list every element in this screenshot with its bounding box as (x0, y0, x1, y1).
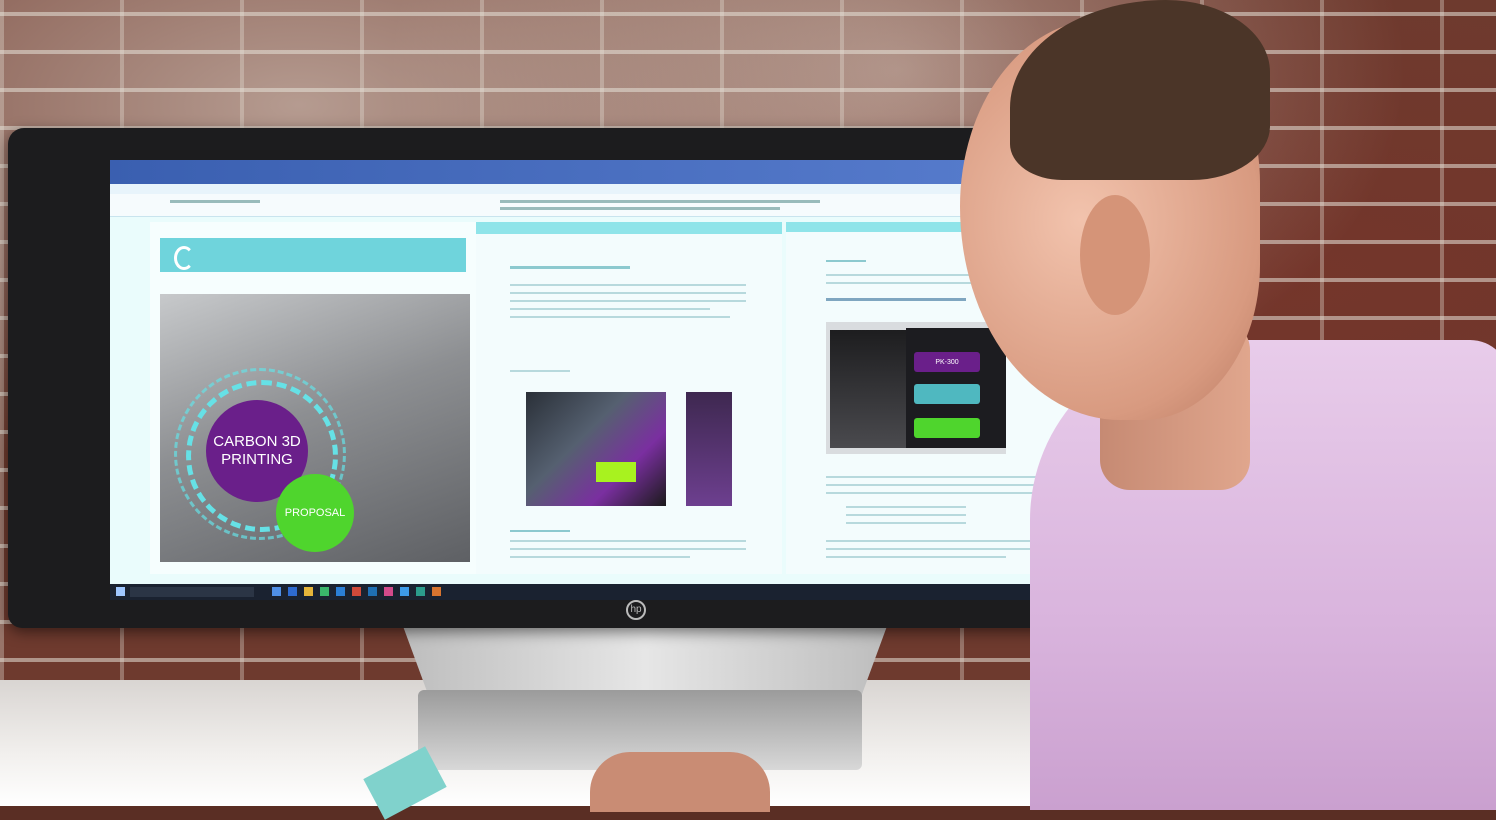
printer-image (830, 330, 906, 448)
section-heading (826, 298, 966, 301)
printer-screenshot: PK-300 (826, 322, 1006, 454)
taskbar-app-icon[interactable] (352, 587, 361, 596)
hp-logo-icon: hp (626, 600, 646, 620)
taskbar (110, 584, 1130, 600)
taskbar-app-icon[interactable] (288, 587, 297, 596)
document-page-middle (476, 222, 782, 574)
brand-logo-icon (174, 246, 194, 270)
taskbar-app-icon[interactable] (368, 587, 377, 596)
taskbar-app-icon[interactable] (336, 587, 345, 596)
panel-button-label: PK-300 (935, 358, 959, 366)
control-panel: PK-300 (906, 328, 1006, 448)
page-accent-bar (476, 222, 782, 234)
title-line-2: PRINTING (221, 451, 293, 468)
taskbar-app-icon[interactable] (272, 587, 281, 596)
taskbar-app-icon[interactable] (400, 587, 409, 596)
brand-header (160, 238, 466, 272)
person-hand (590, 752, 770, 812)
monitor-stand (400, 618, 890, 698)
subtitle-text: PROPOSAL (284, 507, 346, 519)
panel-button-teal (914, 384, 980, 404)
taskbar-search[interactable] (130, 587, 254, 597)
taskbar-app-icon[interactable] (432, 587, 441, 596)
hero-image: CARBON 3D PRINTING PROPOSAL (160, 294, 470, 562)
panel-button-green (914, 418, 980, 438)
printer-photo (526, 392, 666, 506)
taskbar-app-icon[interactable] (384, 587, 393, 596)
panel-button-model: PK-300 (914, 352, 980, 372)
taskbar-app-icon[interactable] (320, 587, 329, 596)
document-page-left: CARBON 3D PRINTING PROPOSAL (150, 222, 480, 574)
detail-photo (686, 392, 732, 506)
section-heading (510, 266, 630, 269)
taskbar-app-icon[interactable] (416, 587, 425, 596)
printed-object (596, 462, 636, 482)
person-ear (1080, 195, 1150, 315)
windows-start-icon[interactable] (116, 587, 125, 596)
title-line-1: CARBON 3D (213, 433, 301, 450)
subtitle-badge: PROPOSAL (276, 474, 354, 552)
taskbar-app-icon[interactable] (304, 587, 313, 596)
